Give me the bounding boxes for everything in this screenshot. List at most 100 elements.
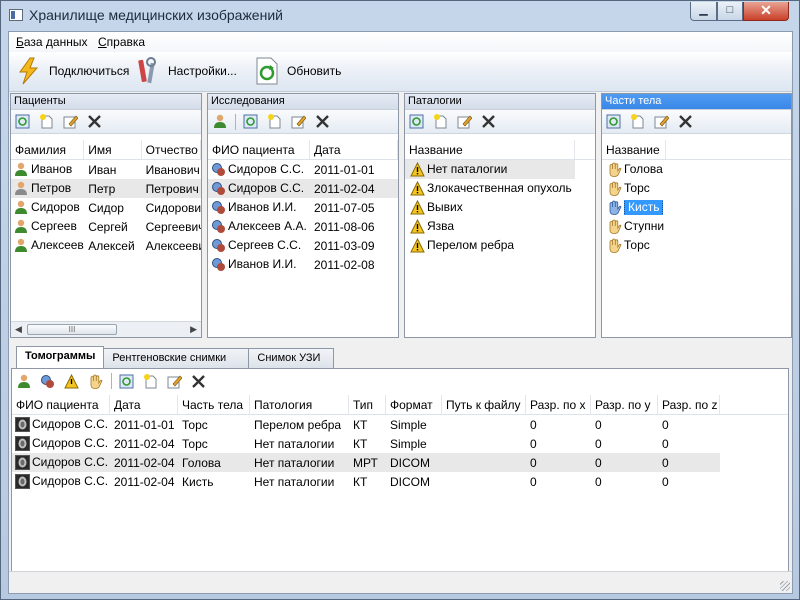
scroll-left-icon[interactable]: ◀ [15,324,22,335]
list-item[interactable]: Торс [602,236,791,255]
new-item-icon[interactable] [142,373,159,389]
column-header[interactable]: ФИО пациента [12,395,110,414]
table-row[interactable]: Сидоров Сидор Сидорович [11,198,201,217]
delete-icon[interactable] [86,114,103,130]
patients-grid-header: Фамилия Имя Отчество [11,140,201,160]
column-header[interactable]: Разр. по y [591,395,658,414]
column-header[interactable]: Дата [110,395,178,414]
table-row[interactable]: Сидоров С.С. 2011-02-04 Кисть Нет паталогии… [12,472,720,491]
table-row[interactable]: Иванов И.И. 2011-07-05 [208,198,398,217]
horizontal-scrollbar[interactable]: ◀ III ▶ [11,321,201,337]
new-item-icon[interactable] [432,114,449,130]
hand-filter-icon[interactable] [87,373,104,389]
list-item[interactable]: Голова [602,160,791,179]
column-header[interactable]: ФИО пациента [208,140,310,159]
cell-res-z: 0 [662,436,669,451]
cell-firstname: Сергей [88,219,128,234]
refresh-icon[interactable] [118,373,135,389]
list-item[interactable]: Злокачественная опухоль [405,179,595,198]
refresh-icon[interactable] [14,114,31,130]
list-item[interactable]: Перелом ребра [405,236,595,255]
cell-patient: Сидоров С.С. [32,416,109,431]
refresh-icon[interactable] [605,114,622,130]
table-row[interactable]: Петров Петр Петрович [11,179,201,198]
tab-tomograms[interactable]: Томограммы [16,346,105,368]
column-header[interactable]: Дата [310,140,398,159]
new-item-icon[interactable] [38,114,55,130]
maximize-button[interactable]: □ [717,2,743,21]
cell-name: Торс [624,180,650,195]
table-row[interactable]: Алексеев Алексей Алексеевич [11,236,201,255]
table-row[interactable]: Сидоров С.С. 2011-01-01 Торс Перелом ребра К… [12,415,720,434]
column-header[interactable]: Название [405,140,575,159]
edit-icon[interactable] [456,114,473,130]
minimize-button[interactable]: ▁ [690,2,717,21]
table-row[interactable]: Иванов И.И. 2011-02-08 [208,255,398,274]
close-button[interactable]: ✕ [743,2,789,21]
list-item[interactable]: Торс [602,179,791,198]
new-item-icon[interactable] [629,114,646,130]
delete-icon[interactable] [314,114,331,130]
column-header[interactable]: Формат [386,395,442,414]
column-header[interactable]: Патология [250,395,349,414]
cell-name: Голова [624,161,663,176]
person-filter-icon[interactable] [15,373,32,389]
table-row[interactable]: Сергеев Сергей Сергеевич [11,217,201,236]
column-header[interactable]: Тип [349,395,386,414]
edit-icon[interactable] [62,114,79,130]
connect-button[interactable]: Подключиться [15,55,129,87]
cell-name: Вывих [427,199,463,214]
row-cell: Сидоров С.С. [208,162,310,177]
cell-res-z: 0 [662,474,669,489]
edit-icon[interactable] [290,114,307,130]
delete-icon[interactable] [190,373,207,389]
tab-ultrasound[interactable]: Снимок УЗИ [248,348,335,368]
table-row[interactable]: Сидоров С.С. 2011-02-04 [208,179,398,198]
refresh-button[interactable]: Обновить [253,55,341,87]
list-item[interactable]: Кисть [602,198,791,217]
list-item[interactable]: Нет паталогии [405,160,575,179]
settings-button[interactable]: Настройки... [134,55,237,87]
refresh-icon[interactable] [242,114,259,130]
column-header[interactable]: Разр. по z [658,395,720,414]
cell-date: 2011-03-09 [314,238,375,253]
table-row[interactable]: Иванов Иван Иванович [11,160,201,179]
edit-icon[interactable] [166,373,183,389]
cell-res-x: 0 [530,436,537,451]
table-row[interactable]: Сидоров С.С. 2011-02-04 Голова Нет паталоги… [12,453,720,472]
table-row[interactable]: Сергеев С.С. 2011-03-09 [208,236,398,255]
cell-patronymic: Иванович [145,162,200,177]
column-header[interactable]: Часть тела [178,395,250,414]
new-item-icon[interactable] [266,114,283,130]
menu-help[interactable]: Справка [98,35,145,49]
column-header[interactable]: Имя [84,140,142,159]
table-row[interactable]: Сидоров С.С. 2011-01-01 [208,160,398,179]
table-row[interactable]: Алексеев А.А. 2011-08-06 [208,217,398,236]
hand-icon [607,162,622,178]
tab-xray[interactable]: Рентгеновские снимки [103,348,250,368]
person-filter-icon[interactable] [211,114,228,130]
warning-filter-icon[interactable] [63,373,80,389]
title-bar[interactable]: Хранилище медицинских изображений ▁ □ ✕ [1,1,799,31]
column-header[interactable]: Путь к файлу [442,395,526,414]
cell-res-x: 0 [530,474,537,489]
column-header[interactable]: Отчество [142,140,201,159]
study-filter-icon[interactable] [39,373,56,389]
refresh-icon[interactable] [408,114,425,130]
column-header[interactable]: Название [602,140,666,159]
cell-date: 2011-02-04 [114,436,175,451]
list-item[interactable]: Ступни [602,217,791,236]
delete-icon[interactable] [677,114,694,130]
scroll-right-icon[interactable]: ▶ [190,324,197,335]
column-header[interactable]: Фамилия [11,140,85,159]
menu-database[interactable]: База данных [16,35,87,49]
table-row[interactable]: Сидоров С.С. 2011-02-04 Торс Нет паталогии К… [12,434,720,453]
scroll-thumb[interactable]: III [27,324,117,335]
studies-panel: Исследования ФИО пациента Дата Сидоров С… [207,93,399,338]
resize-grip-icon[interactable] [780,581,790,591]
column-header[interactable]: Разр. по x [526,395,591,414]
list-item[interactable]: Вывих [405,198,595,217]
delete-icon[interactable] [480,114,497,130]
edit-icon[interactable] [653,114,670,130]
list-item[interactable]: Язва [405,217,595,236]
